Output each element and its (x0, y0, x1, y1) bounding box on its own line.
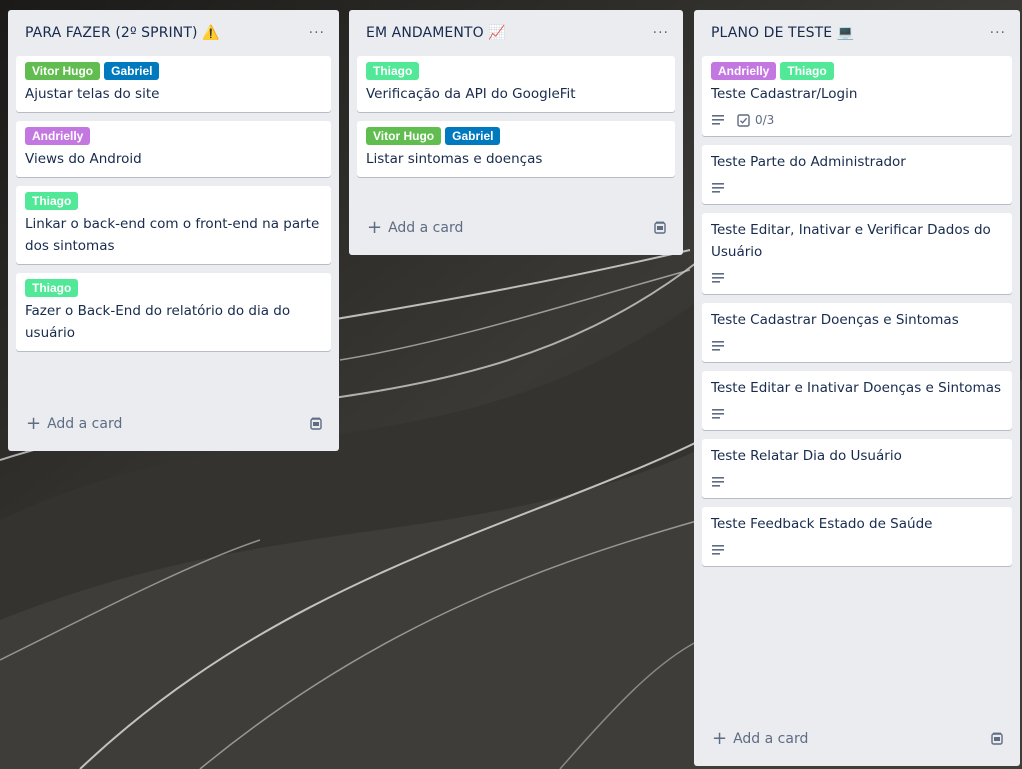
card-title: Teste Editar e Inativar Doenças e Sintom… (711, 380, 1002, 396)
card-label[interactable]: Thiago (25, 192, 79, 210)
plus-icon: + (26, 413, 42, 434)
card-title: Ajustar telas do site (25, 86, 160, 102)
add-card-left: + Add a card (712, 730, 808, 748)
card[interactable]: Vitor Hugo Gabriel Listar sintomas e doenç… (357, 121, 675, 177)
add-card-button[interactable]: + Add a card (694, 720, 1020, 758)
description-icon (711, 544, 725, 556)
card-badges (711, 337, 1003, 355)
card-label[interactable]: Andrielly (711, 62, 777, 80)
card[interactable]: Teste Feedback Estado de Saúde (702, 507, 1012, 566)
list-menu-button[interactable]: ··· (653, 25, 669, 41)
card-badges (711, 541, 1003, 559)
list-header: PARA FAZER (2º SPRINT) ⚠️ ··· (8, 10, 339, 56)
description-icon (711, 182, 725, 194)
card-template-icon[interactable] (653, 221, 667, 235)
list-title[interactable]: PLANO DE TESTE 💻 (711, 25, 854, 41)
card-labels: Andrielly (25, 127, 322, 145)
description-icon (711, 272, 725, 284)
card-labels: Thiago (25, 279, 322, 297)
add-card-label: Add a card (733, 731, 809, 747)
description-icon (711, 476, 725, 488)
card-title: Teste Relatar Dia do Usuário (711, 448, 902, 464)
card-labels: Thiago (25, 192, 322, 210)
card-badges (711, 405, 1003, 423)
card-badges: 0/3 (711, 111, 1003, 129)
card-title: Verificação da API do GoogleFit (366, 86, 576, 102)
card-title: Teste Feedback Estado de Saúde (711, 516, 933, 532)
card-list: Andrielly Thiago Teste Cadastrar/Login 0/3 T… (694, 56, 1020, 566)
card[interactable]: Teste Editar, Inativar e Verificar Dados… (702, 213, 1012, 294)
plus-icon: + (367, 217, 383, 238)
card-labels: Vitor Hugo Gabriel (366, 127, 666, 145)
list-1: PARA FAZER (2º SPRINT) ⚠️ ··· Vitor Hugo Ga… (8, 10, 339, 451)
list-menu-button[interactable]: ··· (990, 25, 1006, 41)
card-labels: Vitor Hugo Gabriel (25, 62, 322, 80)
card-badges (711, 179, 1003, 197)
card-label[interactable]: Andrielly (25, 127, 91, 145)
card-list: Vitor Hugo Gabriel Ajustar telas do site An… (8, 56, 339, 351)
card-title: Teste Cadastrar Doenças e Sintomas (711, 312, 959, 328)
list-2: EM ANDAMENTO 📈 ··· Thiago Verificação da AP… (349, 10, 683, 255)
checklist-badge: 0/3 (737, 113, 774, 127)
list-title[interactable]: EM ANDAMENTO 📈 (366, 25, 506, 41)
description-icon (711, 408, 725, 420)
card[interactable]: Teste Editar e Inativar Doenças e Sintom… (702, 371, 1012, 430)
card-label[interactable]: Thiago (780, 62, 834, 80)
description-icon (711, 340, 725, 352)
card-list: Thiago Verificação da API do GoogleFit Vit… (349, 56, 683, 177)
add-card-left: + Add a card (26, 415, 122, 433)
card-label[interactable]: Gabriel (445, 127, 501, 145)
list-header: PLANO DE TESTE 💻 ··· (694, 10, 1020, 56)
card-badges (711, 473, 1003, 491)
card-template-icon[interactable] (990, 732, 1004, 746)
add-card-label: Add a card (388, 220, 464, 236)
card-labels: Andrielly Thiago (711, 62, 1003, 80)
card[interactable]: Teste Cadastrar Doenças e Sintomas (702, 303, 1012, 362)
add-card-label: Add a card (47, 416, 123, 432)
list-menu-button[interactable]: ··· (309, 25, 325, 41)
list-title[interactable]: PARA FAZER (2º SPRINT) ⚠️ (25, 25, 220, 41)
card[interactable]: Thiago Linkar o back-end com o front-end … (16, 186, 331, 264)
card[interactable]: Andrielly Thiago Teste Cadastrar/Login 0/3 (702, 56, 1012, 136)
card-label[interactable]: Vitor Hugo (25, 62, 101, 80)
card[interactable]: Thiago Verificação da API do GoogleFit (357, 56, 675, 112)
card-title: Teste Cadastrar/Login (711, 86, 858, 102)
card-title: Views do Android (25, 151, 142, 167)
card-title: Teste Parte do Administrador (711, 154, 906, 170)
card[interactable]: Teste Relatar Dia do Usuário (702, 439, 1012, 498)
card[interactable]: Teste Parte do Administrador (702, 145, 1012, 204)
add-card-left: + Add a card (367, 219, 463, 237)
description-icon (711, 114, 725, 126)
card-title: Teste Editar, Inativar e Verificar Dados… (711, 222, 991, 260)
card-label[interactable]: Thiago (366, 62, 420, 80)
card-badges (711, 269, 1003, 287)
card-labels: Thiago (366, 62, 666, 80)
add-card-button[interactable]: + Add a card (349, 209, 683, 247)
list-3: PLANO DE TESTE 💻 ··· Andrielly Thiago Teste … (694, 10, 1020, 766)
checklist-icon (737, 113, 750, 127)
card[interactable]: Andrielly Views do Android (16, 121, 331, 177)
card-title: Fazer o Back-End do relatório do dia do … (25, 303, 291, 341)
card[interactable]: Thiago Fazer o Back-End do relatório do d… (16, 273, 331, 351)
add-card-button[interactable]: + Add a card (8, 405, 339, 443)
card-label[interactable]: Thiago (25, 279, 79, 297)
card[interactable]: Vitor Hugo Gabriel Ajustar telas do site (16, 56, 331, 112)
checklist-count: 0/3 (755, 113, 775, 127)
plus-icon: + (712, 728, 728, 749)
card-template-icon[interactable] (309, 417, 323, 431)
card-title: Linkar o back-end com o front-end na par… (25, 216, 320, 254)
card-title: Listar sintomas e doenças (366, 151, 543, 167)
card-label[interactable]: Gabriel (104, 62, 160, 80)
list-header: EM ANDAMENTO 📈 ··· (349, 10, 683, 56)
card-label[interactable]: Vitor Hugo (366, 127, 442, 145)
